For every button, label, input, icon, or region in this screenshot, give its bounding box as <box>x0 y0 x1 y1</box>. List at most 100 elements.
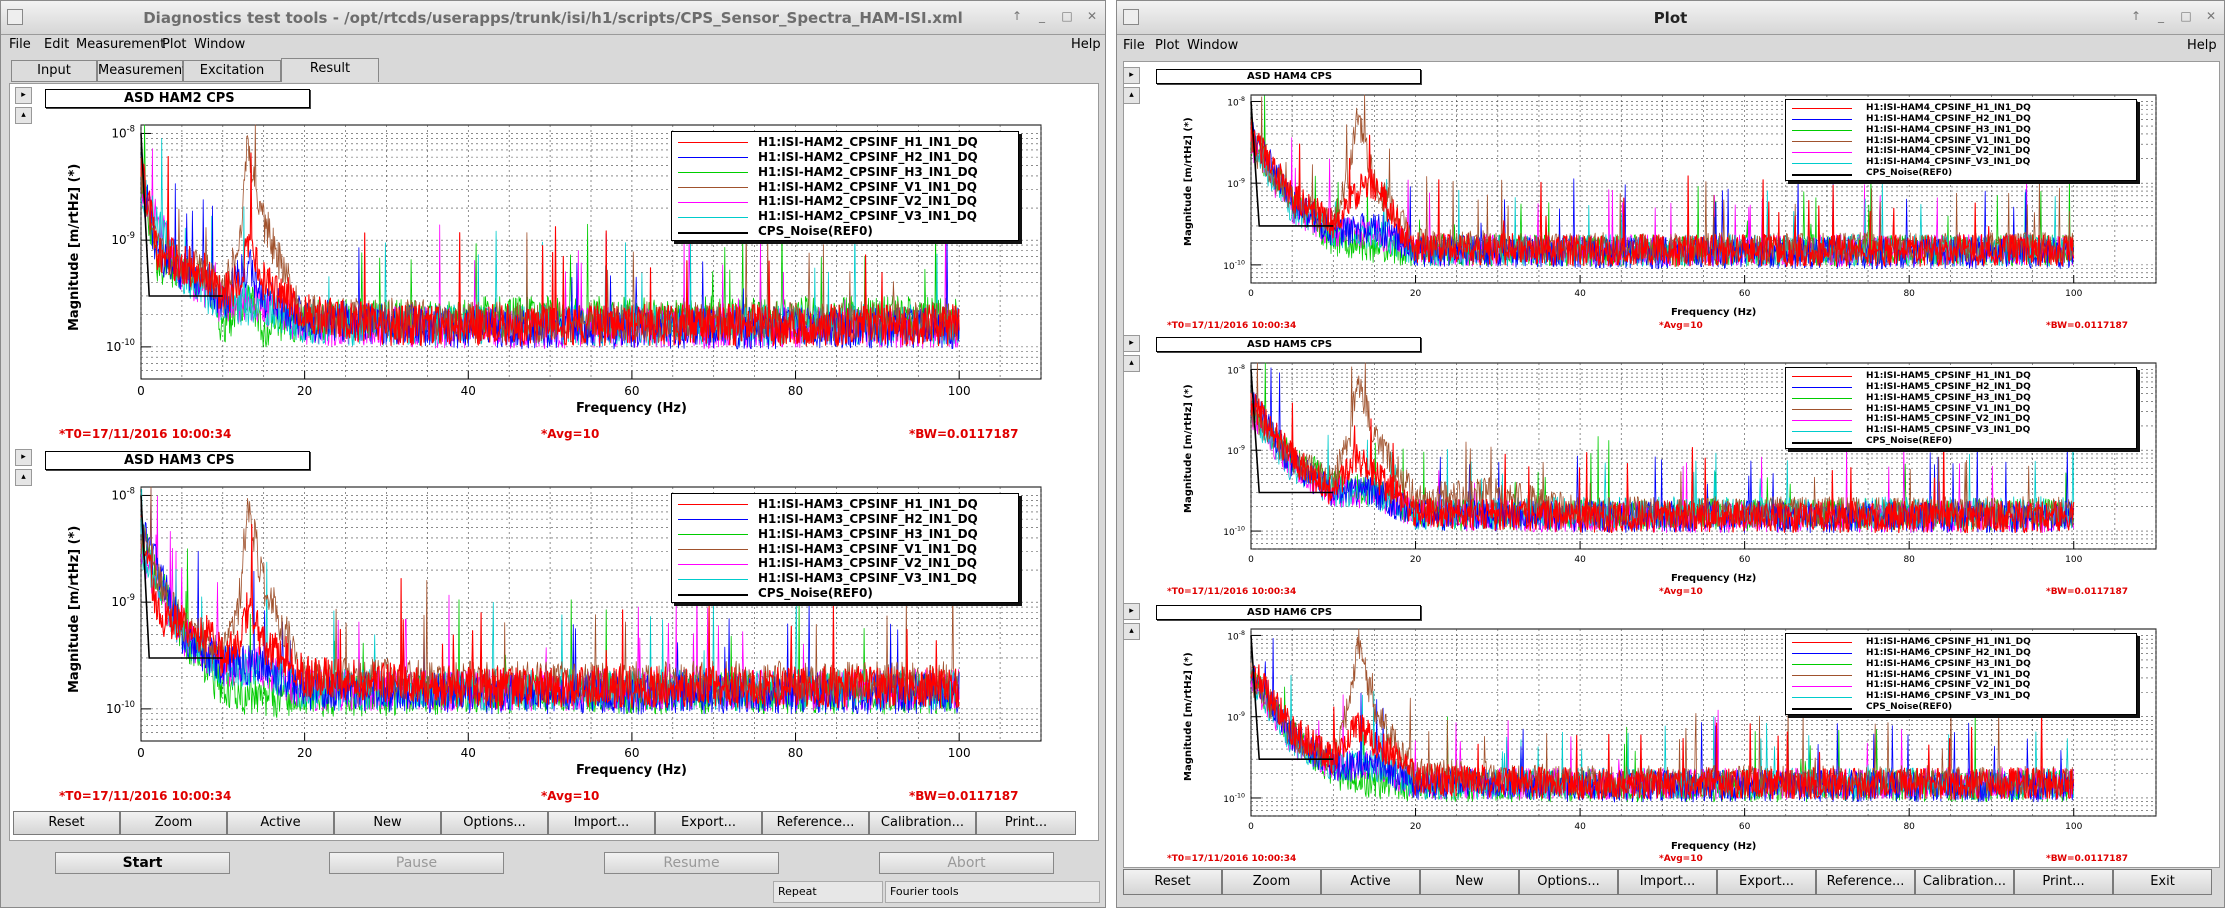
btn-reference-button[interactable]: Reference... <box>762 811 869 835</box>
left-button-row: Reset Zoom Active New Options... Import... Exp… <box>13 811 1076 835</box>
plot-title[interactable]: ASD HAM6 CPS <box>1156 605 1421 620</box>
tab-result[interactable]: Result <box>281 58 379 82</box>
bw-label: *BW=0.0117187 <box>2046 854 2129 864</box>
legend-swatch <box>678 216 748 218</box>
btn-options-button[interactable]: Options... <box>1519 869 1618 895</box>
bw-label: *BW=0.0117187 <box>909 427 1019 441</box>
start-button[interactable]: Start <box>55 852 230 874</box>
btn-new-button[interactable]: New <box>1420 869 1519 895</box>
btn-print-button[interactable]: Print... <box>2014 869 2113 895</box>
tab-measurement[interactable]: Measurement <box>97 60 187 82</box>
expand-arrow-icon[interactable]: ▸ <box>1123 67 1140 84</box>
btn-export-button[interactable]: Export... <box>1717 869 1816 895</box>
plot-title[interactable]: ASD HAM2 CPS <box>45 89 310 108</box>
menu-edit[interactable]: Edit <box>44 37 69 52</box>
pause-button[interactable]: Pause <box>329 852 504 874</box>
menu-help[interactable]: Help <box>1071 37 1101 52</box>
expand-arrow-icon[interactable]: ▸ <box>1123 335 1140 352</box>
menu-file[interactable]: File <box>1123 38 1145 53</box>
resume-button[interactable]: Resume <box>604 852 779 874</box>
btn-export-button[interactable]: Export... <box>655 811 762 835</box>
btn-exit-button[interactable]: Exit <box>2113 869 2212 895</box>
menu-help[interactable]: Help <box>2187 38 2217 53</box>
plot-legend[interactable]: H1:ISI-HAM3_CPSINF_H1_IN1_DQ H1:ISI-HAM3_… <box>671 493 1019 603</box>
maximize-icon[interactable]: □ <box>2179 9 2193 23</box>
btn-options-button[interactable]: Options... <box>441 811 548 835</box>
menu-measurement[interactable]: Measurement <box>76 37 165 52</box>
legend-swatch <box>1792 173 1852 176</box>
plot-legend[interactable]: H1:ISI-HAM5_CPSINF_H1_IN1_DQ H1:ISI-HAM5_… <box>1785 367 2137 449</box>
title-bar[interactable]: Plot ↑ _ □ ✕ <box>1117 1 2224 35</box>
collapse-arrow-icon[interactable]: ▴ <box>1123 623 1140 640</box>
collapse-arrow-icon[interactable]: ▴ <box>15 107 32 124</box>
menu-file[interactable]: File <box>9 37 31 52</box>
legend-entry: H1:ISI-HAM2_CPSINF_H3_IN1_DQ <box>672 165 1018 180</box>
abort-button[interactable]: Abort <box>879 852 1054 874</box>
plot-title[interactable]: ASD HAM5 CPS <box>1156 337 1421 352</box>
legend-label: H1:ISI-HAM5_CPSINF_H2_IN1_DQ <box>1866 381 2031 392</box>
x-axis-label: Frequency (Hz) <box>576 763 687 778</box>
btn-active-button[interactable]: Active <box>227 811 334 835</box>
pin-icon[interactable]: ↑ <box>1010 9 1024 23</box>
btn-active-button[interactable]: Active <box>1321 869 1420 895</box>
collapse-arrow-icon[interactable]: ▴ <box>1123 355 1140 372</box>
legend-entry: H1:ISI-HAM5_CPSINF_V1_IN1_DQ <box>1786 404 2136 415</box>
legend-label: H1:ISI-HAM4_CPSINF_V1_IN1_DQ <box>1866 135 2031 146</box>
minimize-icon[interactable]: _ <box>1035 9 1049 23</box>
legend-swatch <box>678 548 748 550</box>
menu-window[interactable]: Window <box>194 37 245 52</box>
btn-new-button[interactable]: New <box>334 811 441 835</box>
menu-plot[interactable]: Plot <box>1155 38 1180 53</box>
y-axis-label: Magnitude [m/rtHz] (*) <box>67 525 82 693</box>
expand-arrow-icon[interactable]: ▸ <box>15 87 32 104</box>
x-axis-label: Frequency (Hz) <box>1671 307 1757 318</box>
pin-icon[interactable]: ↑ <box>2129 9 2143 23</box>
menu-window[interactable]: Window <box>1187 38 1238 53</box>
legend-label: H1:ISI-HAM5_CPSINF_V3_IN1_DQ <box>1866 425 2031 436</box>
legend-label: H1:ISI-HAM3_CPSINF_V2_IN1_DQ <box>758 556 977 571</box>
plot-legend[interactable]: H1:ISI-HAM6_CPSINF_H1_IN1_DQ H1:ISI-HAM6_… <box>1785 633 2137 715</box>
plot-title[interactable]: ASD HAM3 CPS <box>45 451 310 470</box>
btn-zoom-button[interactable]: Zoom <box>120 811 227 835</box>
plot-legend[interactable]: H1:ISI-HAM2_CPSINF_H1_IN1_DQ H1:ISI-HAM2_… <box>671 131 1019 241</box>
btn-print-button[interactable]: Print... <box>976 811 1076 835</box>
t0-label: *T0=17/11/2016 10:00:34 <box>1167 587 1297 597</box>
x-axis-label: Frequency (Hz) <box>1671 841 1757 852</box>
legend-label: CPS_Noise(REF0) <box>1866 436 1953 447</box>
close-icon[interactable]: ✕ <box>2204 9 2218 23</box>
legend-swatch <box>678 563 748 565</box>
legend-label: H1:ISI-HAM3_CPSINF_H2_IN1_DQ <box>758 511 978 526</box>
tab-excitation[interactable]: Excitation <box>183 60 281 82</box>
avg-label: *Avg=10 <box>1659 854 1703 864</box>
plot-title[interactable]: ASD HAM4 CPS <box>1156 69 1421 84</box>
legend-label: H1:ISI-HAM2_CPSINF_H3_IN1_DQ <box>758 164 978 179</box>
legend-label: H1:ISI-HAM2_CPSINF_V3_IN1_DQ <box>758 209 977 224</box>
btn-calibration-button[interactable]: Calibration... <box>869 811 976 835</box>
close-icon[interactable]: ✕ <box>1085 9 1099 23</box>
menu-bar: File Plot Window Help <box>1117 37 2224 55</box>
btn-reset-button[interactable]: Reset <box>1123 869 1222 895</box>
tab-input[interactable]: Input <box>11 60 97 82</box>
legend-swatch <box>1792 408 1852 410</box>
legend-entry: H1:ISI-HAM5_CPSINF_H2_IN1_DQ <box>1786 382 2136 393</box>
legend-label: H1:ISI-HAM3_CPSINF_H3_IN1_DQ <box>758 526 978 541</box>
legend-swatch <box>1792 430 1852 432</box>
legend-swatch <box>1792 130 1852 132</box>
plot-window: Plot ↑ _ □ ✕ File Plot Window Help Reset… <box>1116 0 2225 908</box>
minimize-icon[interactable]: _ <box>2154 9 2168 23</box>
btn-zoom-button[interactable]: Zoom <box>1222 869 1321 895</box>
title-bar[interactable]: Diagnostics test tools - /opt/rtcds/user… <box>1 1 1105 35</box>
collapse-arrow-icon[interactable]: ▴ <box>1123 87 1140 104</box>
btn-reset-button[interactable]: Reset <box>13 811 120 835</box>
maximize-icon[interactable]: □ <box>1060 9 1074 23</box>
diagnostics-window: Diagnostics test tools - /opt/rtcds/user… <box>0 0 1106 908</box>
collapse-arrow-icon[interactable]: ▴ <box>15 469 32 486</box>
btn-import-button[interactable]: Import... <box>548 811 655 835</box>
menu-plot[interactable]: Plot <box>162 37 187 52</box>
expand-arrow-icon[interactable]: ▸ <box>1123 603 1140 620</box>
btn-import-button[interactable]: Import... <box>1618 869 1717 895</box>
btn-calibration-button[interactable]: Calibration... <box>1915 869 2014 895</box>
plot-legend[interactable]: H1:ISI-HAM4_CPSINF_H1_IN1_DQ H1:ISI-HAM4_… <box>1785 99 2137 181</box>
expand-arrow-icon[interactable]: ▸ <box>15 449 32 466</box>
btn-reference-button[interactable]: Reference... <box>1816 869 1915 895</box>
